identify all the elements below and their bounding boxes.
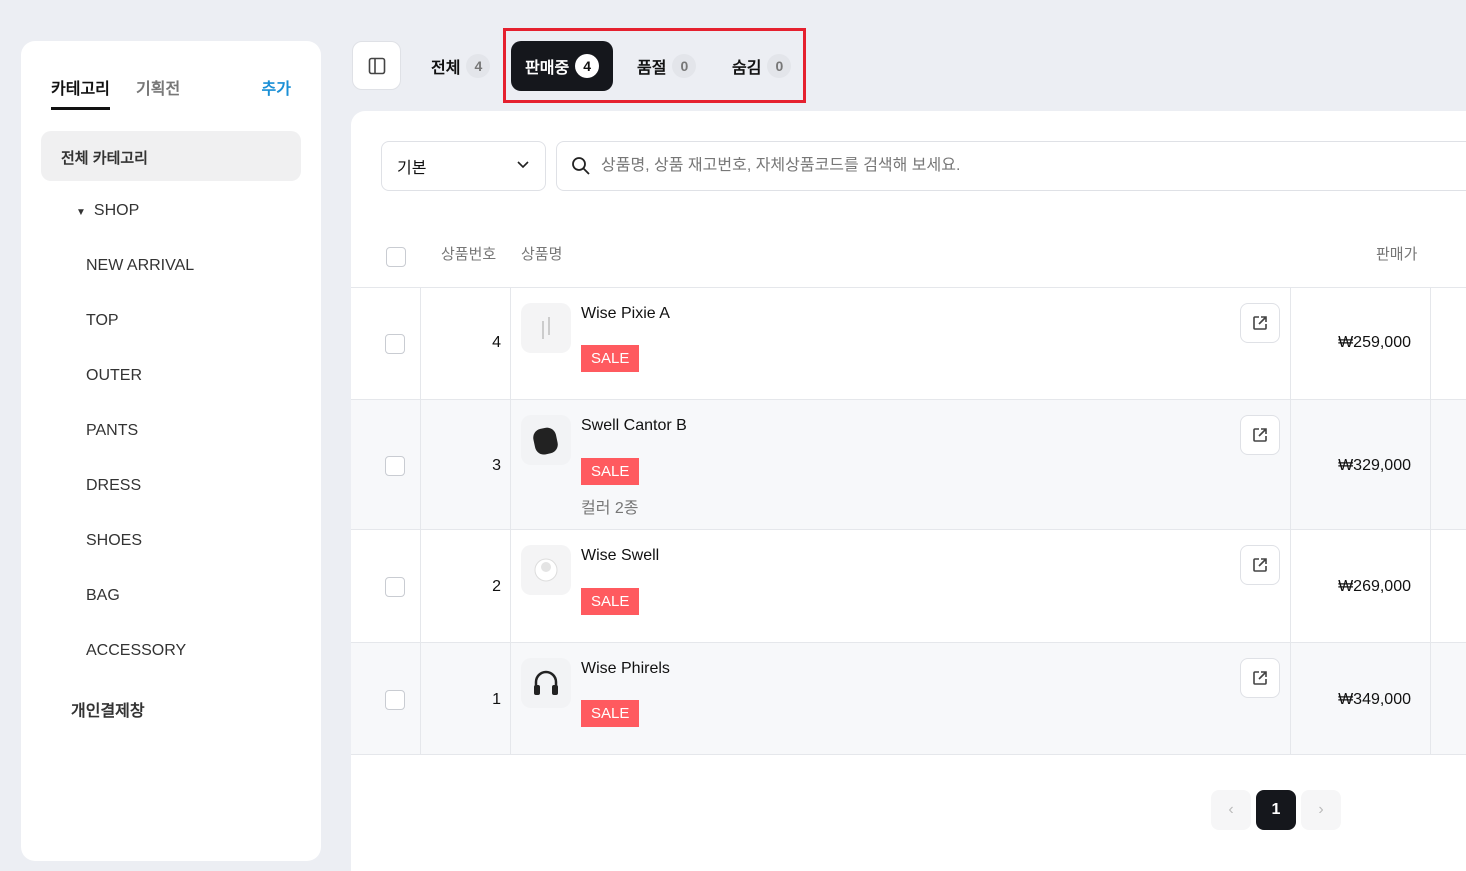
- product-name[interactable]: Swell Cantor B: [581, 417, 687, 435]
- header-product-no: 상품번호: [441, 246, 497, 263]
- product-name[interactable]: Wise Phirels: [581, 660, 670, 678]
- category-sidebar: 카테고리 기획전 추가 전체 카테고리 ▼ SHOP NEW ARRIVAL TO…: [21, 41, 321, 861]
- product-list-panel: 기본 상품번호 상품명 판매가 4 Wise Pixie A SALE ₩259…: [351, 111, 1466, 871]
- open-external-button[interactable]: [1240, 545, 1280, 585]
- category-item[interactable]: PANTS: [86, 422, 138, 440]
- sale-badge: SALE: [581, 700, 640, 727]
- product-price: ₩269,000: [1338, 578, 1411, 595]
- product-option: 컬러 2종: [581, 500, 639, 517]
- tab-exhibition[interactable]: 기획전: [136, 75, 180, 99]
- sort-select[interactable]: 기본: [381, 141, 546, 191]
- external-link-icon: [1253, 316, 1267, 330]
- category-item[interactable]: SHOES: [86, 532, 142, 550]
- earbuds-image-icon: [542, 317, 550, 339]
- category-item[interactable]: OUTER: [86, 367, 142, 385]
- add-button[interactable]: 추가: [262, 75, 291, 99]
- speaker-image-icon: [534, 558, 558, 582]
- product-name[interactable]: Wise Pixie A: [581, 305, 670, 323]
- page-button-current[interactable]: 1: [1256, 790, 1296, 830]
- open-external-button[interactable]: [1240, 415, 1280, 455]
- tab-all[interactable]: 전체 4: [417, 41, 504, 91]
- speaker-image-icon: [533, 427, 558, 455]
- product-thumbnail[interactable]: [521, 415, 571, 465]
- count-badge: 4: [466, 54, 491, 78]
- chevron-down-icon: [516, 157, 530, 176]
- tab-category[interactable]: 카테고리: [51, 75, 110, 110]
- highlight-box: [503, 28, 806, 103]
- product-number: 3: [492, 457, 501, 474]
- category-item[interactable]: ACCESSORY: [86, 642, 186, 660]
- external-link-icon: [1253, 428, 1267, 442]
- caret-down-icon: ▼: [76, 207, 86, 218]
- external-link-icon: [1253, 671, 1267, 685]
- search-box[interactable]: [556, 141, 1466, 191]
- open-external-button[interactable]: [1240, 658, 1280, 698]
- row-checkbox[interactable]: [385, 690, 405, 710]
- sale-badge: SALE: [581, 345, 640, 372]
- chevron-left-icon: ‹: [1228, 801, 1234, 818]
- sale-badge: SALE: [581, 588, 640, 615]
- open-external-button[interactable]: [1240, 303, 1280, 343]
- product-price: ₩259,000: [1338, 334, 1411, 351]
- product-thumbnail[interactable]: [521, 545, 571, 595]
- select-all-checkbox[interactable]: [386, 247, 406, 267]
- headphones-image-icon: [534, 670, 558, 695]
- product-number: 2: [492, 578, 501, 595]
- table-row: 4 Wise Pixie A SALE ₩259,000: [351, 287, 1466, 399]
- category-shop[interactable]: ▼ SHOP: [76, 202, 139, 220]
- search-icon: [572, 157, 590, 175]
- row-checkbox[interactable]: [385, 334, 405, 354]
- product-thumbnail[interactable]: [521, 303, 571, 353]
- search-input[interactable]: [601, 157, 1401, 175]
- category-item[interactable]: NEW ARRIVAL: [86, 257, 194, 275]
- product-number: 4: [492, 334, 501, 351]
- category-item[interactable]: TOP: [86, 312, 119, 330]
- product-price: ₩349,000: [1338, 691, 1411, 708]
- product-name[interactable]: Wise Swell: [581, 547, 659, 565]
- table-row: 3 Swell Cantor B SALE 컬러 2종 ₩329,000: [351, 399, 1466, 529]
- product-thumbnail[interactable]: [521, 658, 571, 708]
- next-page-button[interactable]: ›: [1301, 790, 1341, 830]
- prev-page-button[interactable]: ‹: [1211, 790, 1251, 830]
- product-number: 1: [492, 691, 501, 708]
- external-link-icon: [1253, 558, 1267, 572]
- table-row: 1 Wise Phirels SALE ₩349,000: [351, 642, 1466, 755]
- table-row: 2 Wise Swell SALE ₩269,000: [351, 529, 1466, 642]
- sidebar-toggle-button[interactable]: [352, 41, 401, 90]
- chevron-right-icon: ›: [1318, 801, 1324, 818]
- header-product-name: 상품명: [521, 246, 563, 263]
- private-payment-item[interactable]: 개인결제창: [71, 697, 145, 721]
- all-categories-item[interactable]: 전체 카테고리: [41, 131, 301, 181]
- row-checkbox[interactable]: [385, 577, 405, 597]
- category-item[interactable]: BAG: [86, 587, 120, 605]
- sidebar-panel-icon: [368, 57, 385, 74]
- category-item[interactable]: DRESS: [86, 477, 141, 495]
- row-checkbox[interactable]: [385, 456, 405, 476]
- sale-badge: SALE: [581, 458, 640, 485]
- header-price: 판매가: [1376, 246, 1418, 263]
- product-price: ₩329,000: [1338, 457, 1411, 474]
